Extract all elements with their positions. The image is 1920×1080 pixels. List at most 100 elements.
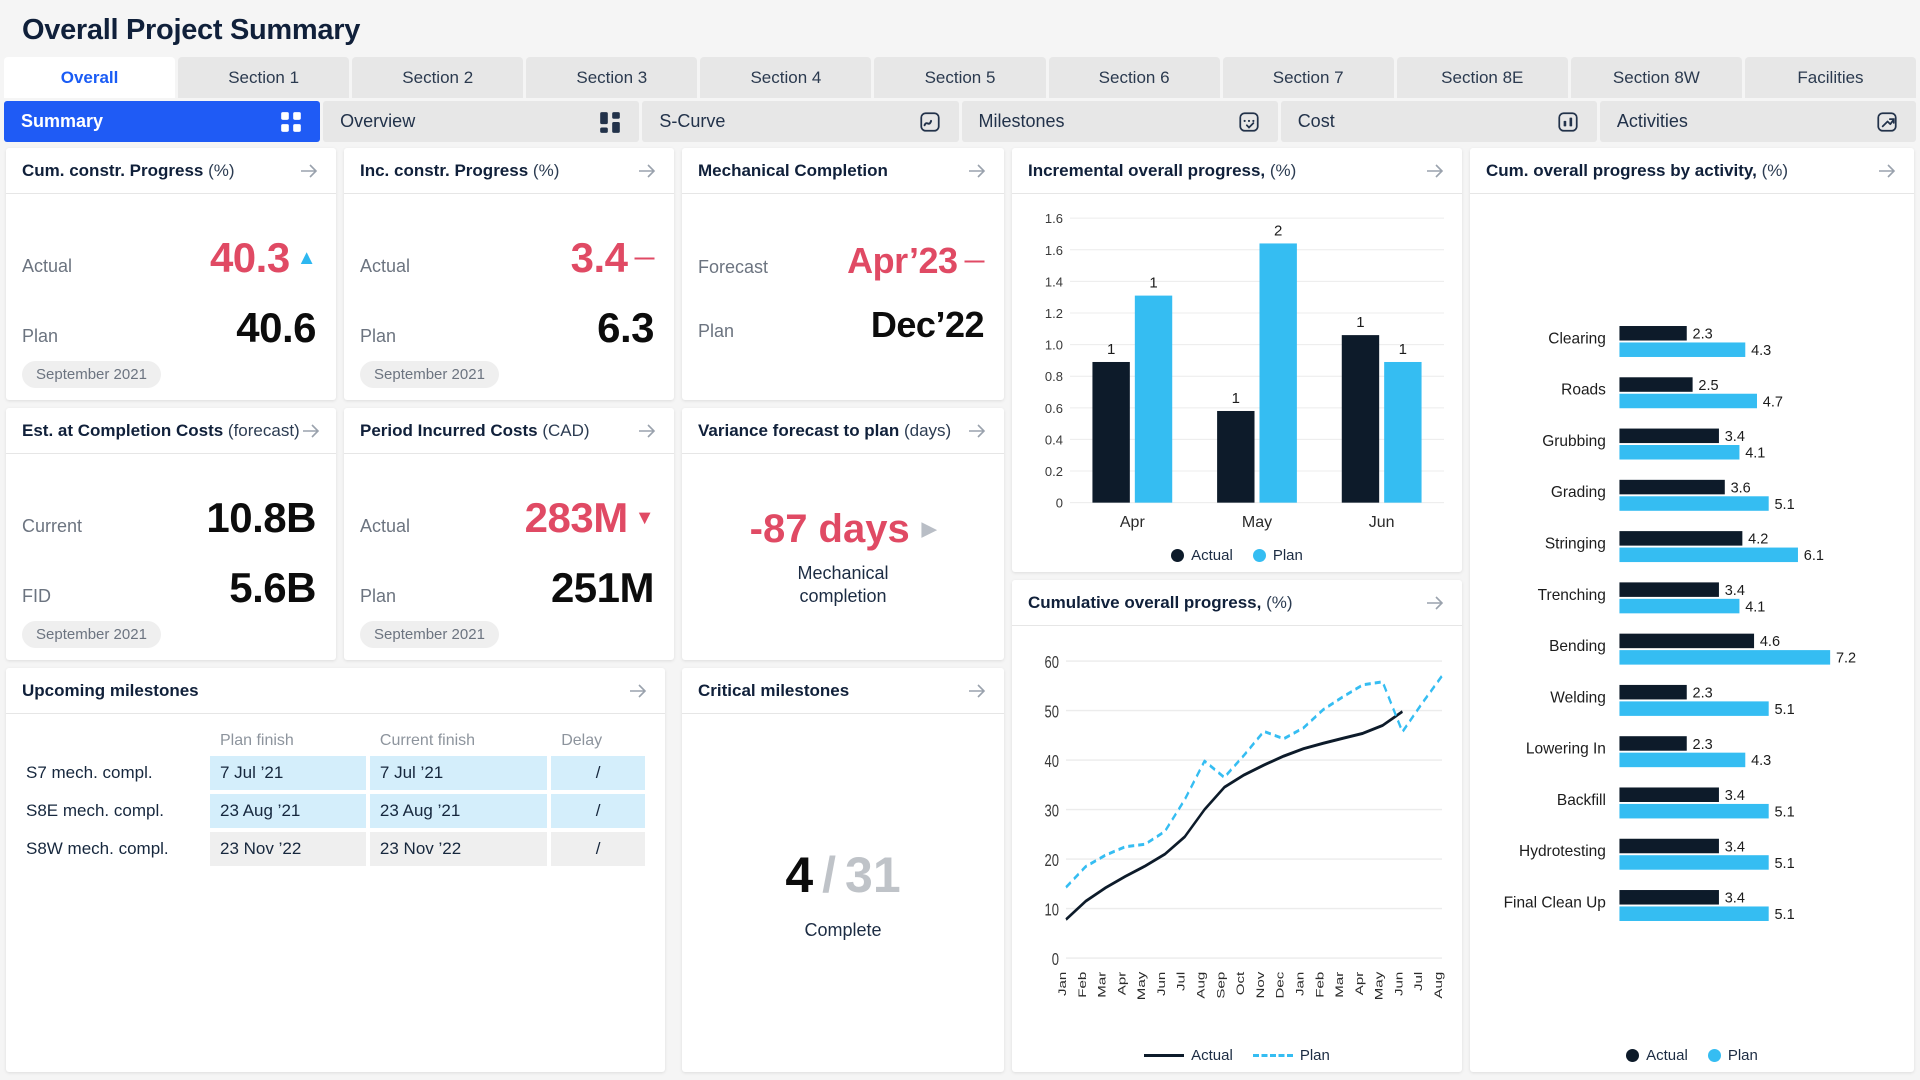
table-column-header: Plan finish [220,732,294,749]
main-tab-section-8w[interactable]: Section 8W [1570,57,1742,98]
card-title-main: Cumulative overall progress, [1028,592,1262,612]
main-tab-section-4[interactable]: Section 4 [700,57,872,98]
cumulative-line-chart: 0 10 20 30 40 50 60 Jan Feb Mar Apr May Jun Jul Aug Sep… [1022,632,1452,1043]
main-tab-section-7[interactable]: Section 7 [1222,57,1394,98]
arrow-right-icon[interactable] [1876,160,1898,182]
kpi-label: Current [22,516,83,536]
arrow-right-icon[interactable] [1424,160,1446,182]
card-body: -87 days ▶ Mechanical completion [682,454,1004,660]
svg-text:60: 60 [1045,653,1060,672]
table-row: S8E mech. compl. 23 Aug ’21 23 Aug ’21/ [26,794,645,828]
table-cell-name: S8W mech. compl. [26,839,169,858]
svg-text:2.3: 2.3 [1693,686,1713,702]
kpi-row: Plan 251M [360,553,658,623]
table-cell-plan_finish: 7 Jul ’21 [210,756,366,790]
card-title: Critical milestones [698,680,850,700]
main-tab-section-3[interactable]: Section 3 [526,57,698,98]
main-tab-section-1[interactable]: Section 1 [178,57,350,98]
main-tab-overall[interactable]: Overall [4,57,176,98]
svg-text:0.8: 0.8 [1045,369,1063,384]
arrow-right-icon[interactable] [966,420,988,442]
main-tab-facilities[interactable]: Facilities [1744,57,1917,98]
main-tab-label: Section 6 [1098,67,1170,87]
arrow-right-icon[interactable] [636,160,658,182]
kpi-label: Actual [22,256,73,276]
arrow-right-icon[interactable] [966,680,988,702]
legend-label: Plan [1272,547,1303,564]
variance-value: -87 days [749,507,910,551]
main-tab-section-5[interactable]: Section 5 [874,57,1046,98]
svg-text:Jul: Jul [1412,972,1425,991]
main-tab-section-8e[interactable]: Section 8E [1396,57,1568,98]
period-chip: September 2021 [360,621,499,648]
main-tab-section-2[interactable]: Section 2 [352,57,524,98]
card-title-main: Cum. overall progress by activity, [1486,160,1757,180]
kpi-label: Plan [22,326,59,346]
svg-text:4.1: 4.1 [1745,599,1765,615]
sub-tab-cost[interactable]: Cost [1280,101,1597,142]
svg-text:4.3: 4.3 [1751,343,1771,359]
arrow-right-icon[interactable] [1424,592,1446,614]
milestones-table: Plan finish Current finish Delay S7 mech. … [22,728,649,870]
sub-tab-activities[interactable]: Activities [1599,101,1917,142]
sub-tab-summary[interactable]: Summary [4,101,321,142]
arrow-right-icon[interactable] [966,160,988,182]
svg-text:Aug: Aug [1432,972,1445,999]
trend-up-icon: ▲ [296,247,317,269]
kpi-number: 40.6 [236,304,316,351]
sub-tab-overview[interactable]: Overview [323,101,640,142]
kpi-label: Actual [360,256,411,276]
svg-text:5.1: 5.1 [1774,497,1794,513]
sub-tab-s-curve[interactable]: S-Curve [642,101,959,142]
activity-bar-chart: Clearing 2.3 4.3 Roads 2.5 4.7 Grubbing 3.4 4.1 G… [1484,204,1900,1043]
svg-text:3.4: 3.4 [1725,583,1745,599]
card-title-main: Cum. constr. Progress [22,160,204,180]
variance-content: -87 days ▶ Mechanical completion [698,464,988,650]
chart-legend: Actual Plan [1012,1043,1462,1072]
kpi-row: Plan 6.3 [360,293,658,363]
period-chip: September 2021 [22,621,161,648]
svg-text:4.3: 4.3 [1751,753,1771,769]
legend-label: Actual [1646,1047,1688,1064]
table-column-header: Delay [561,732,603,749]
card-header: Cum. overall progress by activity, (%) [1470,148,1914,194]
svg-text:May: May [1242,513,1272,531]
svg-text:1.4: 1.4 [1045,274,1063,289]
svg-text:1.0: 1.0 [1045,338,1063,353]
card-cumulative-progress: Cumulative overall progress, (%) 0 10 20 30… [1012,580,1462,1072]
card-body: Actual 40.3 ▲ Plan 40.6 September 2021 [6,194,336,400]
main-tab-label: Section 1 [228,67,300,87]
svg-text:5.1: 5.1 [1774,805,1794,821]
sub-tab-label: Activities [1616,111,1688,131]
sub-tab-label: Cost [1297,111,1335,131]
svg-text:0.2: 0.2 [1045,464,1063,479]
arrow-right-icon[interactable] [636,420,658,442]
card-mechanical-completion: Mechanical Completion Forecast Apr’23 — Pla… [682,148,1004,400]
svg-text:May: May [1135,971,1148,1000]
kpi-value: 40.3 ▲ [210,234,317,282]
card-cum-constr-progress: Cum. constr. Progress (%) Actual 40.3 ▲ Pla… [6,148,336,400]
legend-label: Actual [1191,1047,1233,1064]
svg-text:Feb: Feb [1076,972,1089,998]
svg-text:Aug: Aug [1195,972,1208,999]
kpi-label: Plan [360,586,397,606]
kpi-value: 40.6 [236,304,316,352]
main-tab-section-6[interactable]: Section 6 [1048,57,1220,98]
kpi-value: 6.3 [597,304,654,352]
card-title-sub: (forecast) [227,420,300,440]
table-cell-delay: / [551,832,645,866]
sub-tab-milestones[interactable]: Milestones [961,101,1278,142]
svg-text:Oct: Oct [1234,971,1247,995]
arrow-right-icon[interactable] [298,160,320,182]
card-body: Plan finish Current finish Delay S7 mech. … [6,714,665,1072]
svg-text:7.2: 7.2 [1836,651,1856,667]
arrow-right-icon[interactable] [300,420,322,442]
card-title-main: Incremental overall progress, [1028,160,1266,180]
svg-text:4.7: 4.7 [1763,394,1783,410]
svg-text:Clearing: Clearing [1548,330,1606,347]
legend-item: Actual [1626,1047,1688,1064]
table-header-row: Plan finish Current finish Delay [26,732,645,752]
svg-text:Lowering In: Lowering In [1526,741,1606,758]
card-header: Incremental overall progress, (%) [1012,148,1462,194]
svg-text:Welding: Welding [1550,689,1606,706]
